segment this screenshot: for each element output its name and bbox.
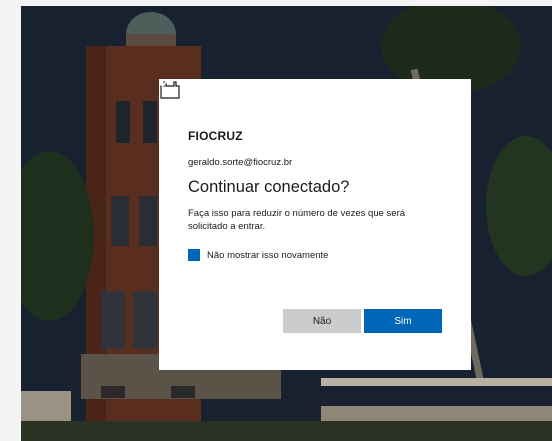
dont-show-again-label[interactable]: Não mostrar isso novamente bbox=[207, 250, 328, 261]
checkmark-icon bbox=[159, 80, 168, 88]
yes-button[interactable]: Sim bbox=[364, 309, 442, 333]
dialog-title: Continuar conectado? bbox=[188, 178, 350, 196]
dialog-buttons: Não Sim bbox=[283, 309, 442, 333]
logo-text: FIOCRUZ bbox=[188, 129, 243, 143]
fiocruz-logo: FIOCRUZ bbox=[160, 81, 442, 143]
stay-signed-in-dialog: FIOCRUZ geraldo.sorte@fiocruz.br Continu… bbox=[159, 79, 471, 370]
background-photo: FIOCRUZ geraldo.sorte@fiocruz.br Continu… bbox=[21, 6, 552, 441]
dialog-description: Faça isso para reduzir o número de vezes… bbox=[188, 208, 406, 232]
dont-show-again-option[interactable]: Não mostrar isso novamente bbox=[159, 80, 442, 261]
no-button[interactable]: Não bbox=[283, 309, 361, 333]
account-email: geraldo.sorte@fiocruz.br bbox=[188, 157, 293, 168]
dont-show-again-checkbox[interactable] bbox=[159, 80, 200, 261]
